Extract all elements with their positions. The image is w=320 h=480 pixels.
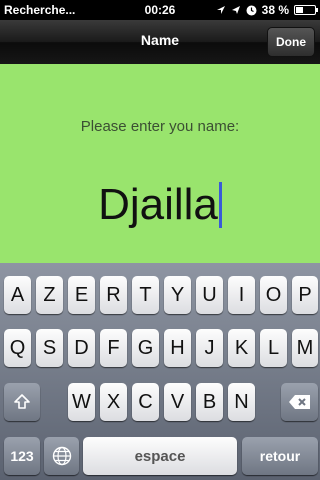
globe-icon xyxy=(52,446,72,466)
key-e[interactable]: E xyxy=(68,276,95,314)
name-field[interactable]: Djailla xyxy=(0,182,320,228)
carrier-label: Recherche... xyxy=(4,3,76,17)
shift-icon xyxy=(13,393,31,411)
key-m[interactable]: M xyxy=(292,329,318,367)
signal-arrow-icon xyxy=(216,5,226,15)
backspace-key[interactable] xyxy=(281,383,318,421)
key-p[interactable]: P xyxy=(292,276,318,314)
key-c[interactable]: C xyxy=(132,383,159,421)
key-n[interactable]: N xyxy=(228,383,255,421)
key-f[interactable]: F xyxy=(100,329,127,367)
key-x[interactable]: X xyxy=(100,383,127,421)
text-caret xyxy=(218,182,222,228)
battery-icon xyxy=(294,5,318,15)
return-key[interactable]: retour xyxy=(242,437,318,475)
keyboard: A Z E R T Y U I O P Q S D F G H J K L M … xyxy=(0,263,320,480)
key-a[interactable]: A xyxy=(4,276,31,314)
key-j[interactable]: J xyxy=(196,329,223,367)
status-right-group: 38 % xyxy=(216,2,318,18)
key-g[interactable]: G xyxy=(132,329,159,367)
key-i[interactable]: I xyxy=(228,276,255,314)
key-o[interactable]: O xyxy=(260,276,287,314)
location-arrow-icon xyxy=(231,5,241,15)
key-s[interactable]: S xyxy=(36,329,63,367)
key-l[interactable]: L xyxy=(260,329,287,367)
status-bar: Recherche... 00:26 38 % xyxy=(0,0,320,20)
key-y[interactable]: Y xyxy=(164,276,191,314)
clock-icon xyxy=(246,5,257,16)
key-b[interactable]: B xyxy=(196,383,223,421)
key-w[interactable]: W xyxy=(68,383,95,421)
backspace-icon xyxy=(288,394,312,410)
key-d[interactable]: D xyxy=(68,329,95,367)
key-u[interactable]: U xyxy=(196,276,223,314)
name-prompt: Please enter you name: xyxy=(80,118,240,135)
battery-fill xyxy=(296,7,303,13)
key-z[interactable]: Z xyxy=(36,276,63,314)
space-key[interactable]: espace xyxy=(83,437,237,475)
key-t[interactable]: T xyxy=(132,276,159,314)
name-value: Djailla xyxy=(98,180,218,229)
key-q[interactable]: Q xyxy=(4,329,31,367)
navigation-bar: Name Done xyxy=(0,20,320,65)
key-k[interactable]: K xyxy=(228,329,255,367)
shift-key[interactable] xyxy=(4,383,40,421)
key-h[interactable]: H xyxy=(164,329,191,367)
globe-key[interactable] xyxy=(44,437,79,475)
battery-percent: 38 % xyxy=(261,3,289,17)
done-button[interactable]: Done xyxy=(267,27,315,57)
numbers-key[interactable]: 123 xyxy=(4,437,40,475)
key-r[interactable]: R xyxy=(100,276,127,314)
name-entry-panel: Please enter you name: Djailla xyxy=(0,64,320,263)
key-v[interactable]: V xyxy=(164,383,191,421)
